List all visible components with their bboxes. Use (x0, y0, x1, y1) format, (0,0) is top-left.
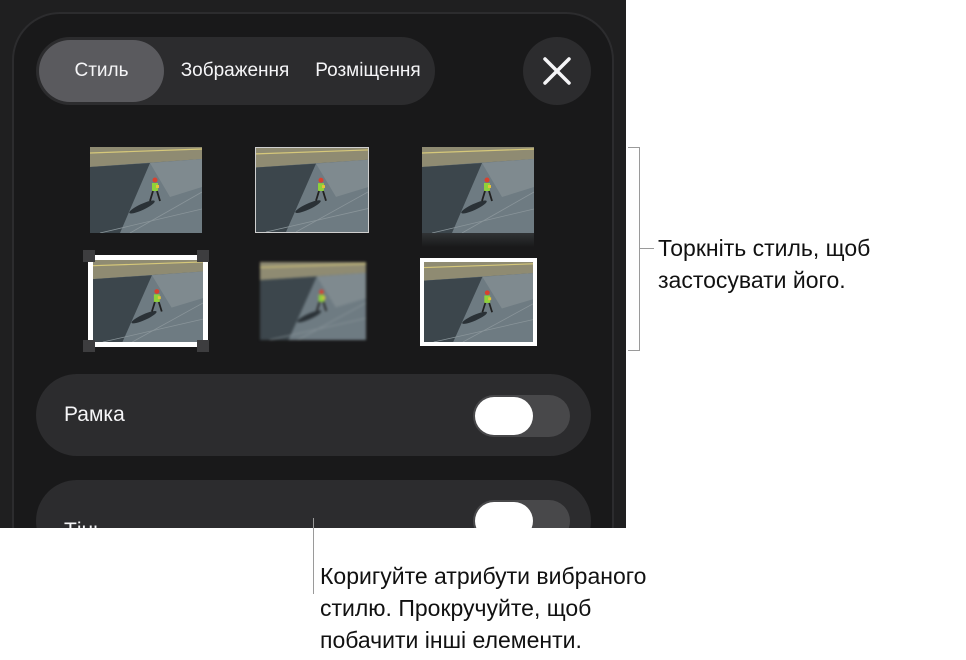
styles-callout-line (640, 248, 654, 249)
attributes-callout: Коригуйте атрибути вибраного стилю. Прок… (320, 560, 646, 656)
styles-callout: Торкніть стиль, щоб застосувати його. (658, 232, 870, 296)
tab-style[interactable]: Стиль (39, 40, 164, 102)
toggle-knob (475, 397, 533, 435)
border-label: Рамка (64, 403, 125, 426)
style-thumbnail-photo-corners[interactable] (88, 255, 208, 347)
close-icon (543, 57, 571, 85)
shadow-label: Тінь (64, 490, 104, 528)
callout-line: Коригуйте атрибути вибраного (320, 563, 647, 589)
callout-line: стилю. Прокручуйте, щоб (320, 595, 592, 621)
shadow-toggle[interactable] (473, 500, 570, 528)
styles-bracket (628, 147, 640, 351)
style-thumbnail-reflection[interactable] (422, 147, 534, 233)
border-toggle[interactable] (473, 395, 570, 437)
photo-corner (83, 250, 95, 262)
style-thumbnail-white-frame[interactable] (420, 258, 537, 346)
photo-corner (83, 340, 95, 352)
tab-image[interactable]: Зображення (172, 37, 298, 105)
close-button[interactable] (523, 37, 591, 105)
reflection-effect (422, 233, 534, 247)
border-option-row: Рамка (36, 374, 591, 456)
tab-arrange[interactable]: Розміщення (306, 37, 430, 105)
callout-line: застосувати його. (658, 267, 846, 293)
photo-corner (197, 340, 209, 352)
callout-line: Торкніть стиль, щоб (658, 235, 871, 261)
style-thumbnail-blurred-edges[interactable] (260, 262, 366, 340)
photo-corner (197, 250, 209, 262)
callout-line: побачити інші елементи. (320, 627, 582, 653)
format-screen: Стиль Зображення Розміщення Рамка Тінь (0, 0, 626, 528)
toggle-knob (475, 502, 533, 528)
segmented-control: Стиль Зображення Розміщення (36, 37, 435, 105)
attributes-callout-line (313, 518, 314, 594)
style-thumbnail-thin-border[interactable] (255, 147, 369, 233)
style-thumbnail-plain[interactable] (90, 147, 202, 233)
